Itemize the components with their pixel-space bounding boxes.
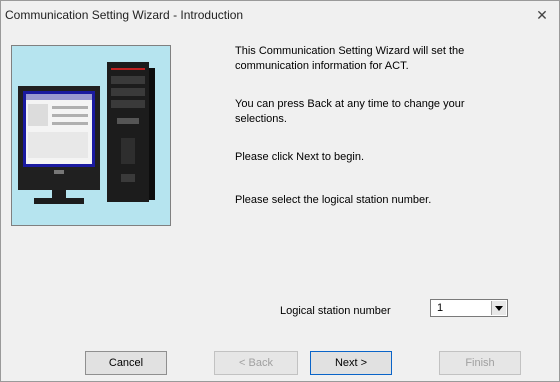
station-number-label: Logical station number [280, 305, 391, 317]
station-number-combobox[interactable]: 1 [430, 299, 508, 317]
intro-paragraph-1: This Communication Setting Wizard will s… [235, 44, 464, 74]
intro-line-1b: communication information for ACT. [235, 60, 409, 72]
next-button[interactable]: Next > [310, 351, 392, 375]
intro-paragraph-4: Please select the logical station number… [235, 194, 432, 206]
back-button[interactable]: < Back [214, 351, 298, 375]
computer-workstation-icon [12, 46, 170, 225]
intro-paragraph-2: You can press Back at any time to change… [235, 97, 465, 127]
window-title: Communication Setting Wizard - Introduct… [5, 8, 244, 22]
station-number-value: 1 [437, 302, 444, 314]
dropdown-arrow-icon[interactable] [491, 301, 506, 315]
finish-button[interactable]: Finish [439, 351, 521, 375]
wizard-window: Communication Setting Wizard - Introduct… [0, 0, 560, 382]
title-bar: Communication Setting Wizard - Introduct… [1, 1, 559, 29]
close-icon[interactable]: ✕ [533, 7, 551, 23]
computer-illustration [11, 45, 171, 226]
intro-line-1a: This Communication Setting Wizard will s… [235, 45, 465, 57]
cancel-button[interactable]: Cancel [85, 351, 167, 375]
intro-paragraph-3: Please click Next to begin. [235, 151, 365, 163]
intro-line-2a: You can press Back at any time to change… [235, 98, 465, 110]
intro-line-2b: selections. [235, 113, 287, 125]
